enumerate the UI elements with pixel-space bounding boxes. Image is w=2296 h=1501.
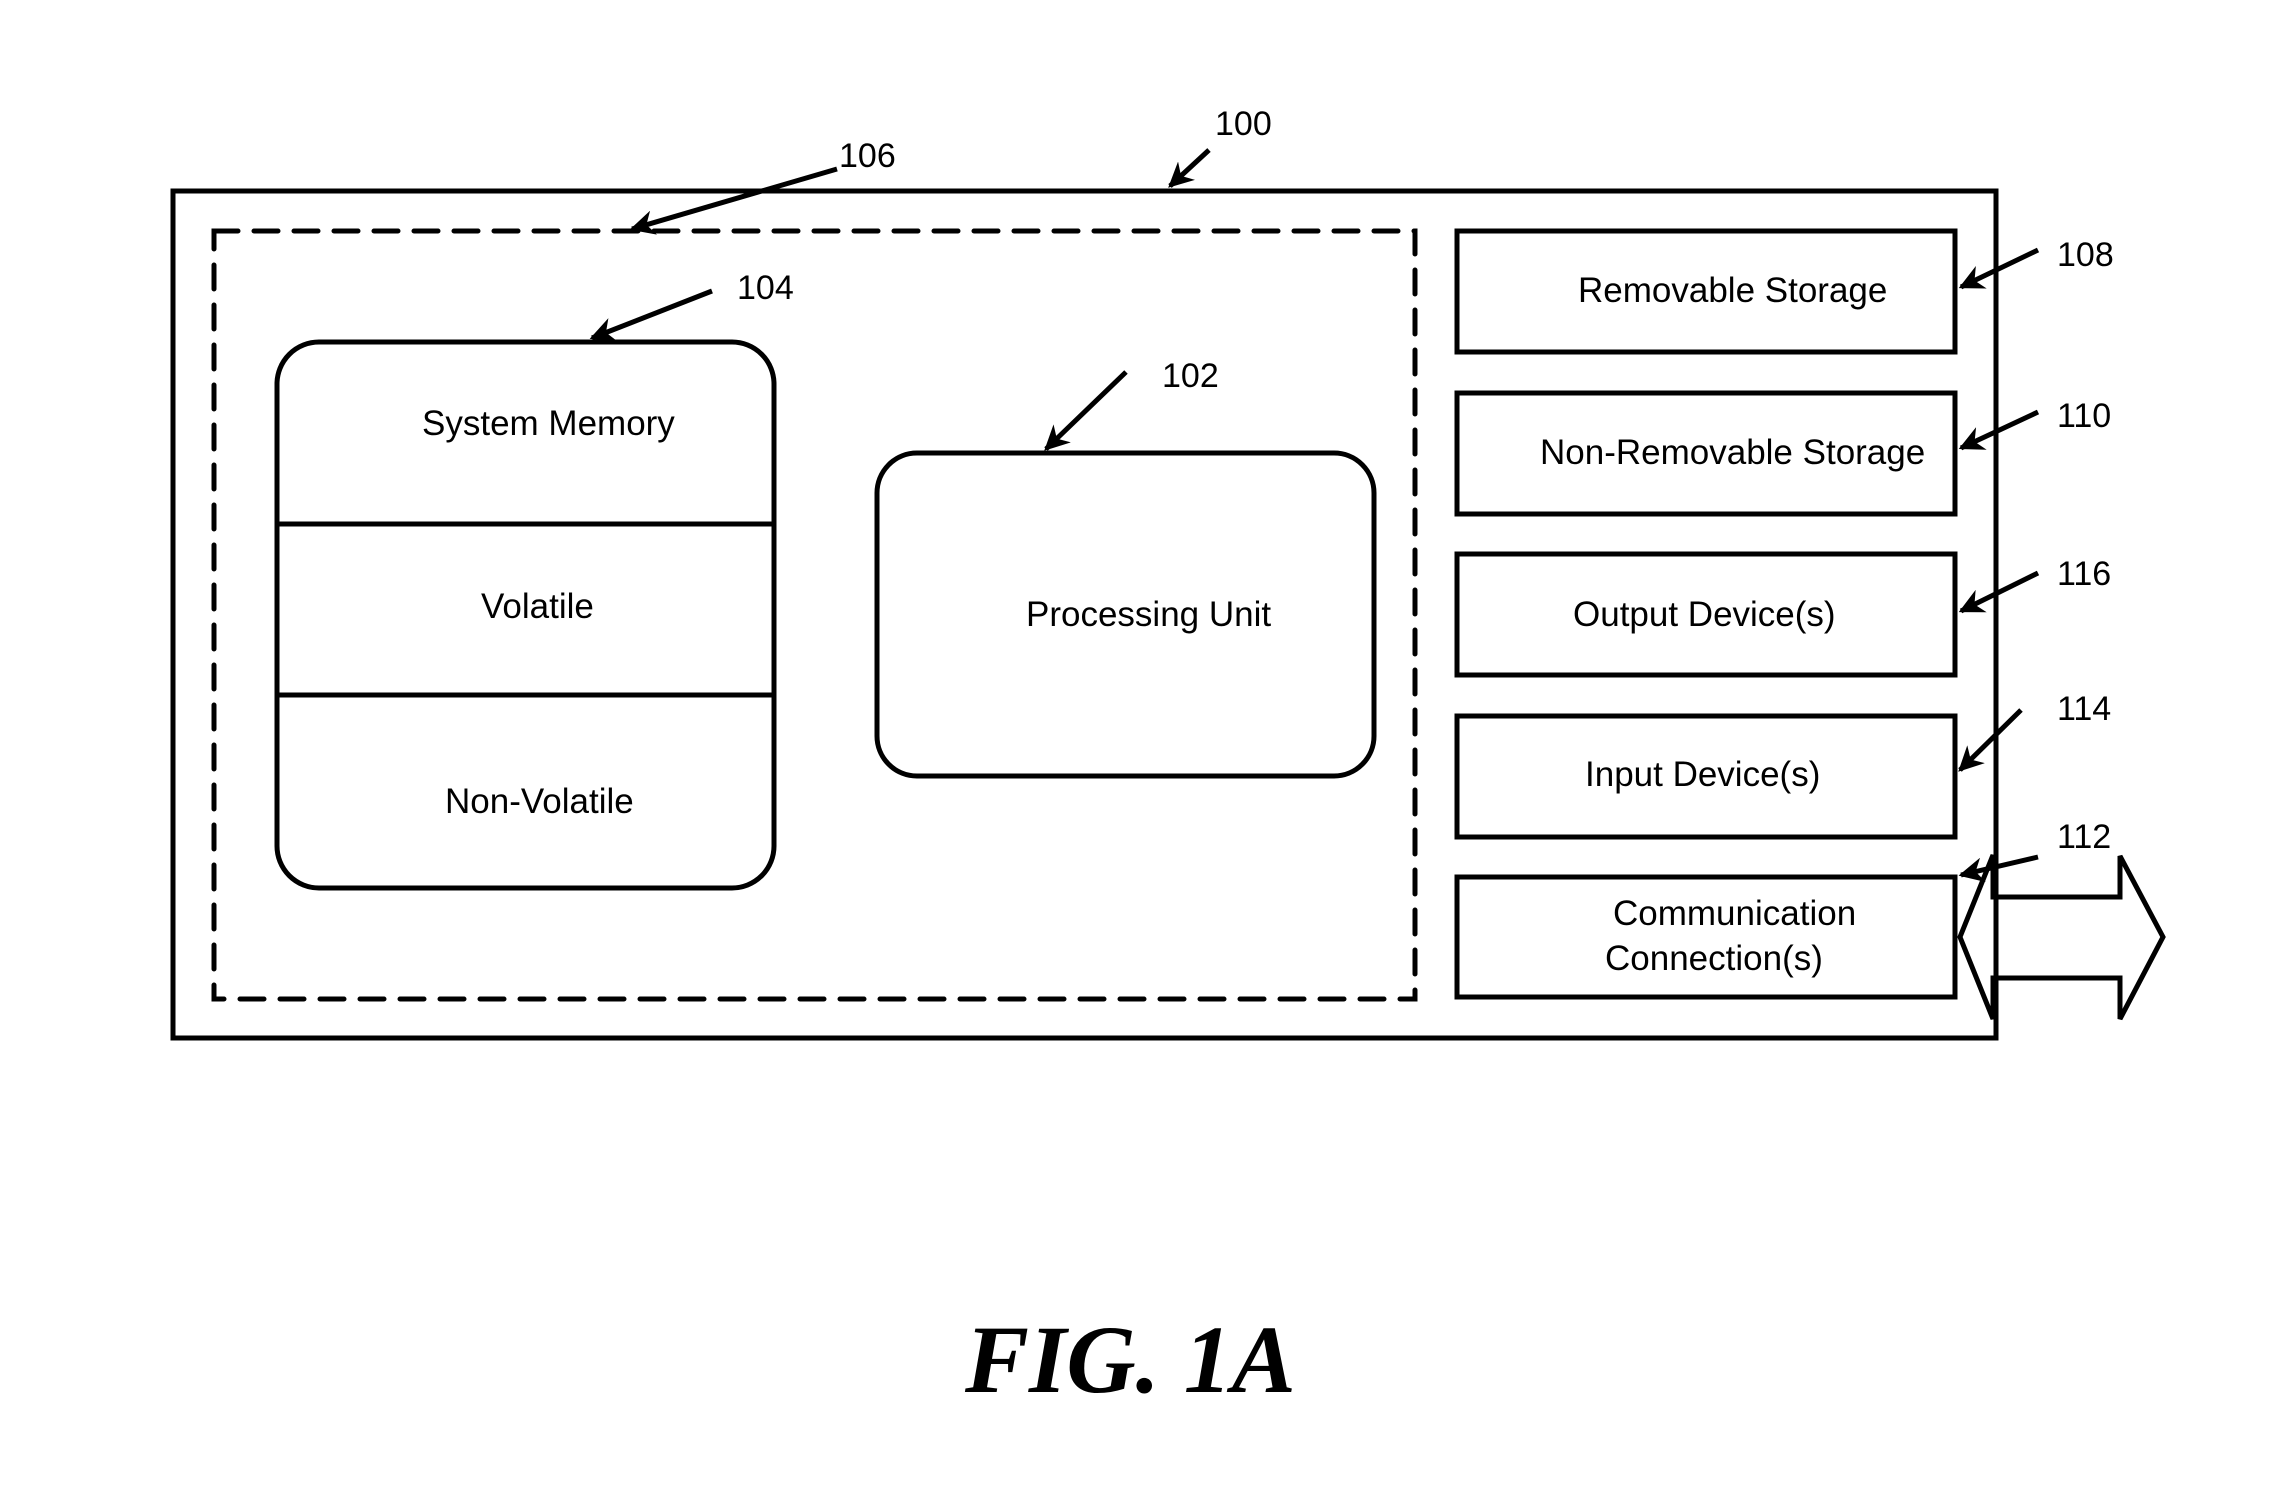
removable-storage-label: Removable Storage xyxy=(1578,271,1887,310)
processing-unit-block: Processing Unit xyxy=(874,450,1377,779)
input-devices-block: Input Device(s) xyxy=(1454,713,1958,840)
memory-section-volatile: Volatile xyxy=(481,587,594,626)
processing-unit-label: Processing Unit xyxy=(1026,595,1271,634)
ref-label-106: 106 xyxy=(839,137,896,175)
leader-arrow-116 xyxy=(1958,570,2040,614)
non-removable-storage-label: Non-Removable Storage xyxy=(1540,433,1925,472)
removable-storage-block: Removable Storage xyxy=(1454,228,1958,355)
output-devices-label: Output Device(s) xyxy=(1573,595,1836,634)
ref-label-114: 114 xyxy=(2057,690,2111,728)
communication-label-line2: Connection(s) xyxy=(1605,939,1823,978)
leader-arrow-102 xyxy=(1044,370,1128,451)
input-devices-label: Input Device(s) xyxy=(1585,755,1820,794)
ref-label-108: 108 xyxy=(2057,236,2114,274)
ref-label-112: 112 xyxy=(2057,818,2111,856)
system-memory-block: System Memory Volatile Non-Volatile xyxy=(274,339,777,891)
ref-label-100: 100 xyxy=(1215,105,1272,143)
system-memory-title: System Memory xyxy=(422,404,675,443)
memory-section-non-volatile: Non-Volatile xyxy=(445,782,634,821)
ref-label-116: 116 xyxy=(2057,555,2111,593)
communication-label-line1: Communication xyxy=(1613,894,1856,933)
ref-label-104: 104 xyxy=(737,269,794,307)
leader-arrow-100 xyxy=(1168,148,1211,188)
leader-arrow-108 xyxy=(1958,247,2040,290)
leader-arrow-110 xyxy=(1958,409,2040,451)
ref-label-110: 110 xyxy=(2057,397,2111,435)
leader-arrow-104 xyxy=(589,288,713,342)
bidirectional-arrow-icon xyxy=(1957,854,2166,1021)
non-removable-storage-block: Non-Removable Storage xyxy=(1454,390,1958,517)
block-diagram: 100 106 System Memory Volatile Non-Volat… xyxy=(170,105,2166,1413)
leader-arrow-106 xyxy=(629,166,838,235)
figure-caption: FIG. 1A xyxy=(964,1306,1296,1413)
ref-label-102: 102 xyxy=(1162,357,1219,395)
leader-arrow-114 xyxy=(1958,708,2023,772)
communication-connections-block: Communication Connection(s) xyxy=(1454,874,1958,1000)
output-devices-block: Output Device(s) xyxy=(1454,551,1958,678)
leader-arrow-112 xyxy=(1958,854,2039,883)
